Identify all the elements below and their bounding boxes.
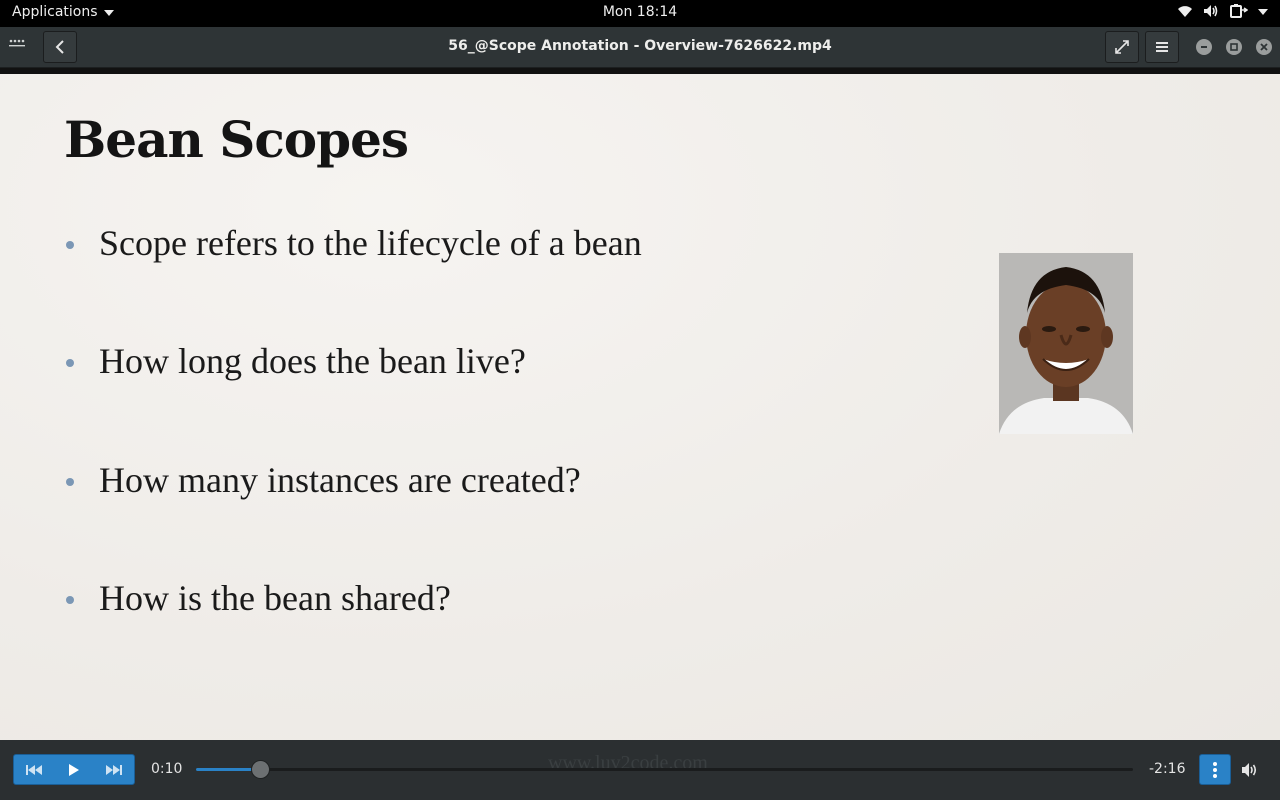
minimize-icon <box>1201 46 1207 48</box>
vertical-dots-icon <box>1213 761 1217 778</box>
volume-button[interactable] <box>1241 762 1259 778</box>
playback-controls: 0:10 www.luv2code.com -2:16 <box>0 740 1280 800</box>
slide-title: Bean Scopes <box>64 110 409 169</box>
bullet-text: How many instances are created? <box>99 460 581 500</box>
fullscreen-icon <box>1115 40 1129 54</box>
seek-bar[interactable] <box>196 760 1133 779</box>
bullet-text: How is the bean shared? <box>99 578 451 618</box>
skip-forward-icon <box>106 764 122 775</box>
applications-label: Applications <box>12 4 98 20</box>
system-tray[interactable] <box>1177 4 1268 18</box>
minimize-button[interactable] <box>1196 39 1212 55</box>
elapsed-time: 0:10 <box>151 761 183 777</box>
maximize-icon <box>1230 43 1238 51</box>
playback-menu-button[interactable] <box>1199 754 1231 785</box>
close-button[interactable] <box>1256 39 1272 55</box>
fullscreen-button[interactable] <box>1105 31 1139 63</box>
previous-button[interactable] <box>14 755 54 784</box>
bullet-text: How long does the bean live? <box>99 341 526 381</box>
play-button[interactable] <box>54 755 94 784</box>
play-icon <box>69 763 79 776</box>
window-title: 56_@Scope Annotation - Overview-7626622.… <box>448 38 832 54</box>
app-menu-icon[interactable] <box>9 38 25 48</box>
bullet-dot-icon <box>66 241 74 249</box>
top-bar: Applications Mon 18:14 <box>0 0 1280 27</box>
bullet-dot-icon <box>66 359 74 367</box>
clock[interactable]: Mon 18:14 <box>603 4 677 20</box>
transport-controls <box>13 754 135 785</box>
watermark-text: www.luv2code.com <box>548 752 708 774</box>
presenter-photo <box>999 253 1133 434</box>
chevron-down-icon <box>103 10 114 16</box>
bullet-dot-icon <box>66 478 74 486</box>
close-icon <box>1260 43 1268 51</box>
hamburger-icon <box>1156 42 1168 52</box>
skip-back-icon <box>26 764 42 775</box>
maximize-button[interactable] <box>1226 39 1242 55</box>
next-button[interactable] <box>94 755 134 784</box>
back-button[interactable] <box>43 31 77 63</box>
wifi-icon <box>1178 6 1192 17</box>
header-bar: 56_@Scope Annotation - Overview-7626622.… <box>0 27 1280 68</box>
video-area[interactable]: Bean Scopes Scope refers to the lifecycl… <box>0 74 1280 740</box>
seek-handle[interactable] <box>250 760 270 779</box>
remaining-time: -2:16 <box>1149 761 1186 777</box>
menu-button[interactable] <box>1145 31 1179 63</box>
bullet-dot-icon <box>66 596 74 604</box>
chevron-left-icon <box>55 40 64 54</box>
chevron-down-icon <box>1258 9 1268 15</box>
battery-icon <box>1230 4 1248 18</box>
bullet-text: Scope refers to the lifecycle of a bean <box>99 223 642 263</box>
volume-icon <box>1204 5 1218 17</box>
applications-menu[interactable]: Applications <box>12 4 114 20</box>
